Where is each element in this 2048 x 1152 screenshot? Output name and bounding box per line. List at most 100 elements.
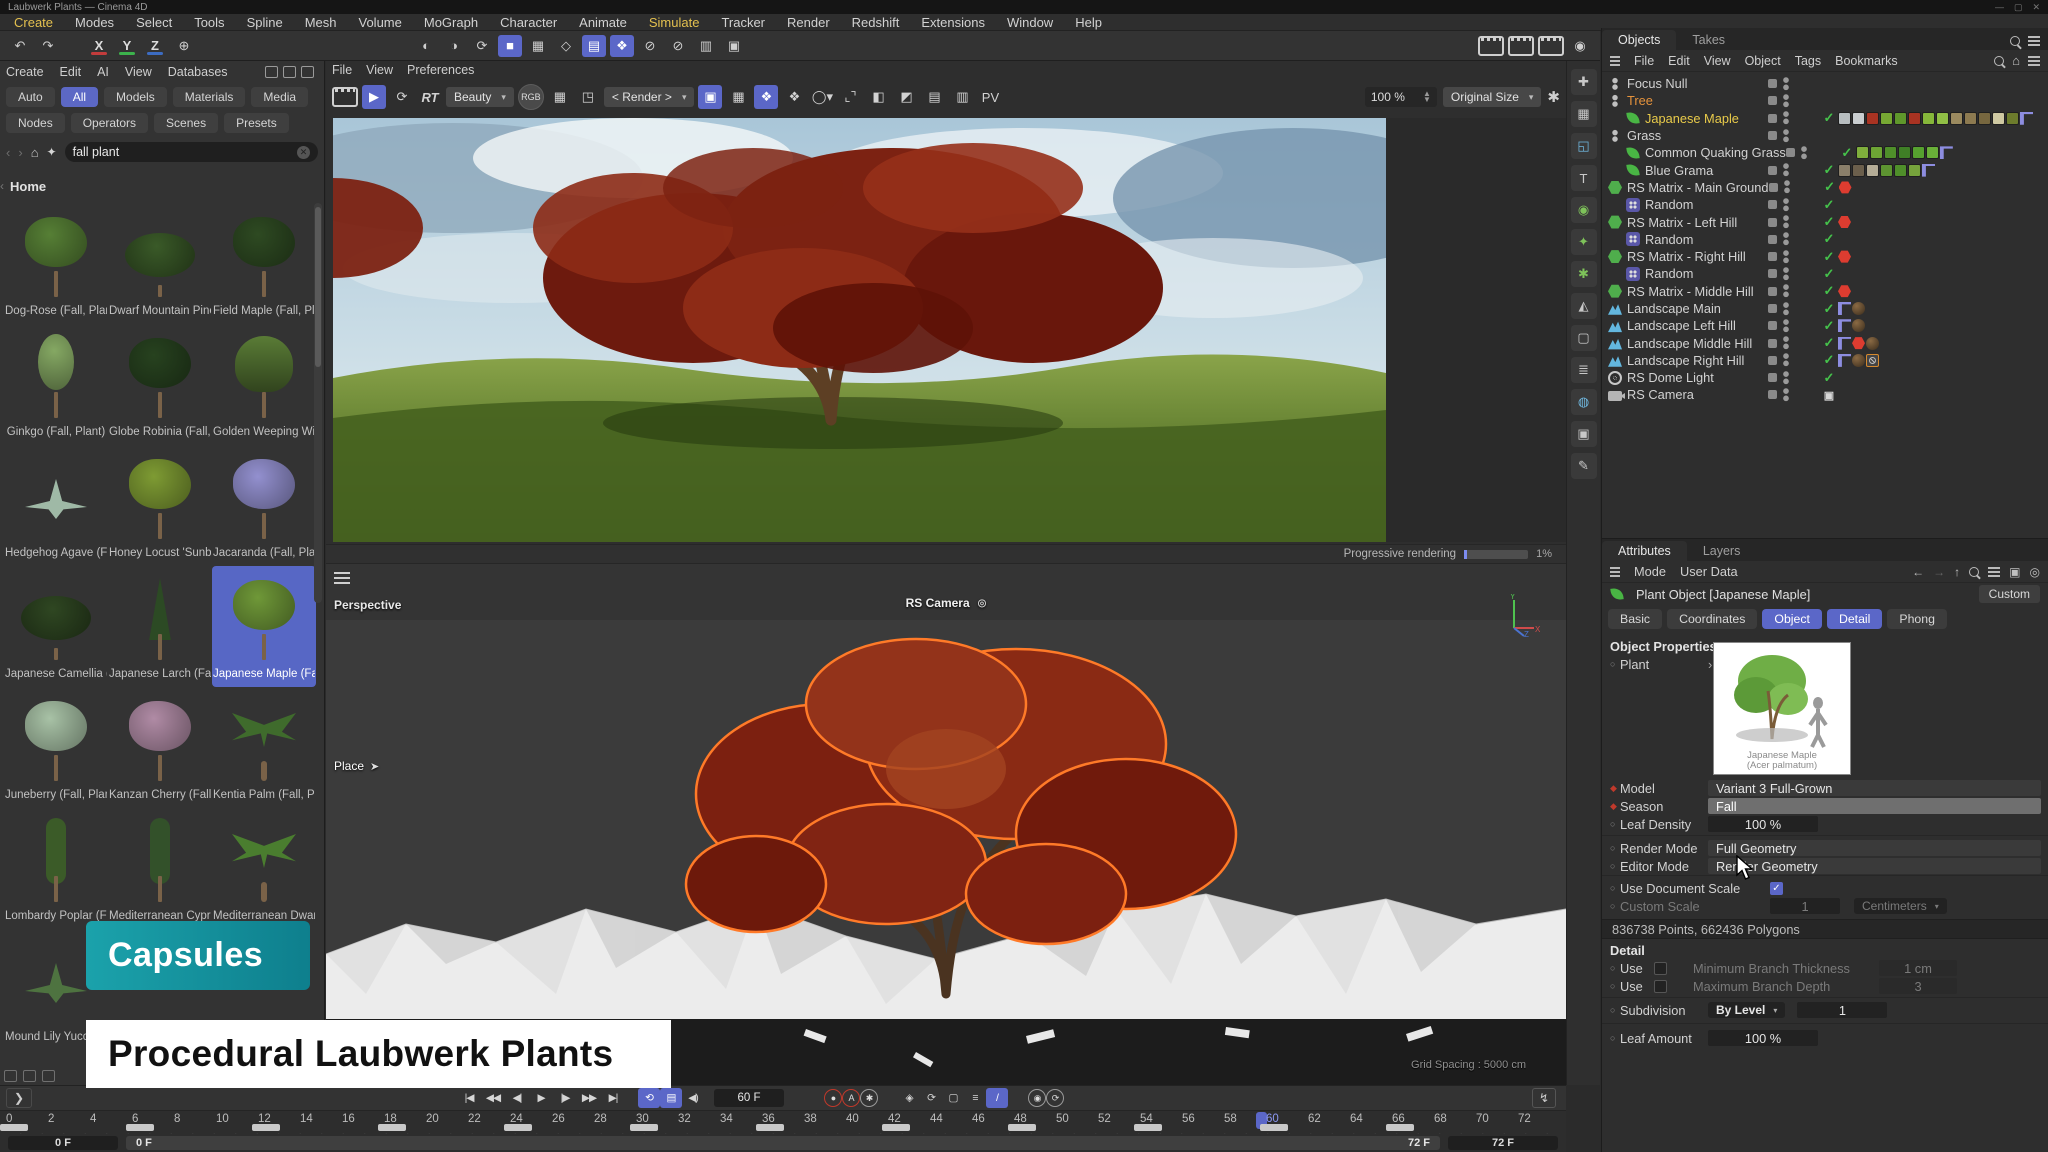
timeline-frame[interactable]: 50: [1056, 1111, 1098, 1134]
menu-item[interactable]: Window: [1007, 15, 1053, 30]
object-name[interactable]: RS Matrix - Left Hill: [1627, 215, 1737, 230]
enabled-check-icon[interactable]: [1820, 318, 1838, 334]
keyframe-marker[interactable]: [1386, 1124, 1414, 1131]
object-tags[interactable]: [1838, 285, 2048, 298]
browser-menu-item[interactable]: View: [125, 65, 152, 79]
visibility-dots[interactable]: [1782, 163, 1790, 177]
object-tags[interactable]: [1856, 146, 2048, 159]
key-position-icon[interactable]: ◈: [898, 1088, 920, 1108]
keyframe-marker[interactable]: [378, 1124, 406, 1131]
timeline-frame[interactable]: 20: [426, 1111, 468, 1134]
plant-item[interactable]: Japanese Maple (Fall, ...: [212, 566, 316, 687]
panel-options-icon[interactable]: [301, 66, 314, 78]
compare-circle-icon[interactable]: ◯▾: [810, 85, 834, 109]
object-search-icon[interactable]: [1994, 56, 2004, 66]
visibility-dots[interactable]: [1782, 94, 1790, 108]
menu-item[interactable]: Render: [787, 15, 830, 30]
plant-item[interactable]: Globe Robinia (Fall, Pl...: [108, 324, 212, 445]
timeline-frame[interactable]: 52: [1098, 1111, 1140, 1134]
object-name[interactable]: RS Dome Light: [1627, 370, 1714, 385]
viewport-menu-icon[interactable]: [334, 572, 350, 584]
focus-icon[interactable]: ⌞⌝: [838, 85, 862, 109]
flag-tag-icon[interactable]: [1838, 319, 1851, 332]
range-end-field[interactable]: 72 F: [1448, 1136, 1558, 1150]
layer-chip[interactable]: [1768, 131, 1777, 140]
object-tags[interactable]: [1838, 164, 2048, 177]
object-name[interactable]: Random: [1645, 197, 1693, 212]
objects-menu-item[interactable]: Object: [1745, 54, 1781, 68]
menu-item[interactable]: Tools: [194, 15, 224, 30]
object-name[interactable]: Japanese Maple: [1645, 111, 1739, 126]
layer-chip[interactable]: [1768, 356, 1777, 365]
enabled-check-icon[interactable]: [1820, 387, 1838, 402]
frame-icon[interactable]: [332, 87, 358, 107]
range-start-field[interactable]: 0 F: [8, 1136, 118, 1150]
timeline-frame[interactable]: 48: [1014, 1111, 1056, 1134]
chip-tag-icon[interactable]: [1870, 146, 1883, 159]
enabled-check-icon[interactable]: [1820, 301, 1838, 317]
layer-chip[interactable]: [1768, 166, 1777, 175]
gear-icon[interactable]: ✱: [1547, 88, 1560, 106]
plant-item[interactable]: Mediterranean Cypres...: [108, 808, 212, 929]
search-icon[interactable]: [2010, 36, 2020, 46]
timeline-frame[interactable]: 32: [678, 1111, 720, 1134]
object-tags[interactable]: [1838, 112, 2048, 125]
transport-button[interactable]: ▶: [530, 1088, 552, 1108]
visibility-dots[interactable]: [1782, 319, 1790, 333]
visibility-dots[interactable]: [1782, 198, 1790, 212]
timeline-frame[interactable]: 10: [216, 1111, 258, 1134]
chip-tag-icon[interactable]: [1880, 164, 1893, 177]
chip-tag-icon[interactable]: [1908, 164, 1921, 177]
toolbar-icon[interactable]: ⊘: [638, 35, 662, 57]
chip-tag-icon[interactable]: [1866, 164, 1879, 177]
visibility-dots[interactable]: [1782, 267, 1790, 281]
enabled-check-icon[interactable]: [1820, 249, 1838, 265]
material-sphere-icon[interactable]: ◉: [1568, 35, 1592, 57]
timeline-frame[interactable]: 68: [1434, 1111, 1476, 1134]
timeline-frame[interactable]: 60: [1266, 1111, 1308, 1134]
chip-tag-icon[interactable]: [1852, 112, 1865, 125]
move-tool-icon[interactable]: ✚: [1571, 69, 1597, 95]
menu-item[interactable]: Redshift: [852, 15, 900, 30]
undo-icon[interactable]: ↶: [8, 35, 32, 57]
object-name[interactable]: Landscape Right Hill: [1627, 353, 1744, 368]
chip-tag-icon[interactable]: [1936, 112, 1949, 125]
timeline-frame[interactable]: 72: [1518, 1111, 1560, 1134]
deformer-icon[interactable]: ✱: [1571, 261, 1597, 287]
chip-tag-icon[interactable]: [1992, 112, 2005, 125]
object-tags[interactable]: [1838, 216, 2048, 229]
plant-item[interactable]: Honey Locust 'Sunbur...: [108, 445, 212, 566]
browser-menu-item[interactable]: Edit: [60, 65, 82, 79]
timeline-frame[interactable]: 70: [1476, 1111, 1518, 1134]
flag-tag-icon[interactable]: [1922, 164, 1935, 177]
solo-icon[interactable]: ◉: [1028, 1089, 1046, 1107]
plant-item[interactable]: Field Maple (Fall, Plant): [212, 203, 316, 324]
min-branch-field[interactable]: 1 cm: [1879, 960, 1957, 976]
menu-item[interactable]: Character: [500, 15, 557, 30]
timeline-frame[interactable]: 14: [300, 1111, 342, 1134]
autokey-icon[interactable]: A: [842, 1089, 860, 1107]
minimize-icon[interactable]: —: [1995, 2, 2004, 13]
objects-panel-tab[interactable]: Objects: [1602, 30, 1676, 50]
timeline-expand-button[interactable]: ❯: [6, 1088, 32, 1108]
layer-chip[interactable]: [1768, 321, 1777, 330]
image-icon[interactable]: ▤: [922, 85, 946, 109]
object-row[interactable]: Landscape Main: [1602, 300, 2048, 317]
enabled-check-icon[interactable]: [1820, 214, 1838, 230]
keyframe-marker[interactable]: [126, 1124, 154, 1131]
leaf-density-field[interactable]: 100 %: [1708, 816, 1818, 832]
toolbar-icon[interactable]: ◇: [554, 35, 578, 57]
objects-menu-item[interactable]: File: [1634, 54, 1654, 68]
chip-tag-icon[interactable]: [2006, 112, 2019, 125]
visibility-dots[interactable]: [1783, 180, 1791, 194]
filter-pill[interactable]: Materials: [173, 87, 246, 107]
object-name[interactable]: RS Matrix - Right Hill: [1627, 249, 1746, 264]
layer-chip[interactable]: [1768, 304, 1777, 313]
transport-button[interactable]: |▶: [554, 1088, 576, 1108]
chip-tag-icon[interactable]: [1884, 146, 1897, 159]
subdivision-field[interactable]: 1: [1797, 1002, 1887, 1018]
visibility-dots[interactable]: [1782, 111, 1790, 125]
visibility-dots[interactable]: [1782, 353, 1790, 367]
use-min-branch-checkbox[interactable]: [1654, 962, 1667, 975]
enabled-check-icon[interactable]: [1820, 110, 1838, 126]
